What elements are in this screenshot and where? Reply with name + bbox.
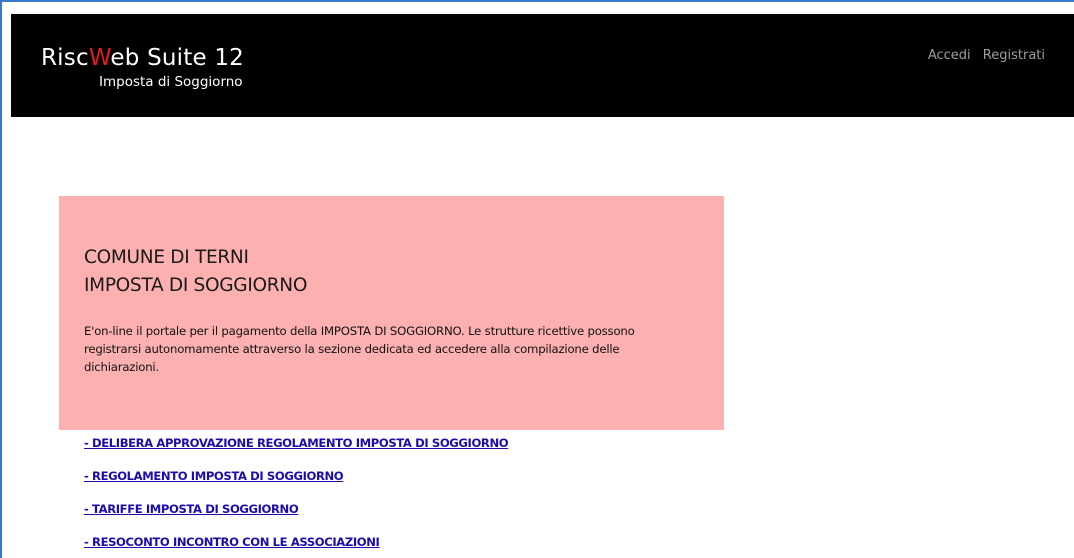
notice-title-line1: COMUNE DI TERNI (84, 247, 249, 268)
brand-accent-letter: W (88, 45, 111, 71)
notice-panel: COMUNE DI TERNI IMPOSTA DI SOGGIORNO E'o… (59, 196, 724, 430)
register-link[interactable]: Registrati (983, 48, 1045, 63)
notice-text: E'on-line il portale per il pagamento de… (84, 324, 635, 374)
browser-viewport: RiscWeb Suite 12 Imposta di Soggiorno Ac… (0, 0, 1074, 558)
nav-links: Accedi Registrati (920, 48, 1045, 63)
brand-prefix: Risc (41, 45, 89, 71)
document-links: - DELIBERA APPROVAZIONE REGOLAMENTO IMPO… (84, 435, 509, 558)
link-regolamento[interactable]: - REGOLAMENTO IMPOSTA DI SOGGIORNO (84, 468, 508, 491)
notice-title: COMUNE DI TERNI IMPOSTA DI SOGGIORNO (84, 244, 307, 300)
brand-logo[interactable]: RiscWeb Suite 12 (41, 44, 244, 72)
link-tariffe[interactable]: - TARIFFE IMPOSTA DI SOGGIORNO (84, 501, 508, 524)
brand-subtitle: Imposta di Soggiorno (99, 74, 243, 90)
link-delibera-regolamento[interactable]: - DELIBERA APPROVAZIONE REGOLAMENTO IMPO… (84, 435, 509, 458)
link-resoconto[interactable]: - RESOCONTO INCONTRO CON LE ASSOCIAZIONI (84, 534, 508, 557)
notice-title-line2: IMPOSTA DI SOGGIORNO (84, 275, 308, 296)
brand-suffix: eb Suite 12 (110, 45, 244, 71)
login-link[interactable]: Accedi (928, 48, 971, 63)
top-navbar: RiscWeb Suite 12 Imposta di Soggiorno Ac… (11, 14, 1074, 117)
